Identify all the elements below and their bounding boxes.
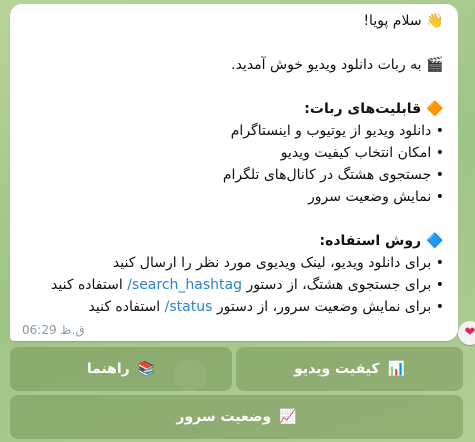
books-icon: 📚 [137, 361, 156, 377]
usage-item-download: • برای دانلود ویدیو، لینک ویدیوی مورد نظ… [112, 255, 444, 271]
usage-hashtag-prefix: • برای جستجوی هشتگ، از دستور [246, 277, 444, 293]
heart-reaction-icon[interactable]: ❤ [458, 321, 475, 345]
usage-title: روش استفاده: [319, 233, 422, 249]
usage-hashtag-suffix: استفاده کنید [51, 277, 123, 293]
search-hashtag-command-link[interactable]: /search_hashtag [127, 277, 242, 293]
server-status-button[interactable]: 📈 وضعیت سرور [10, 395, 463, 439]
waving-hand-icon: 👋 [426, 13, 444, 29]
bot-message-bubble: 👋 سلام پویا! 🎬 به ربات دانلود ویدیو خوش … [10, 4, 458, 341]
feature-item: • نمایش وضعیت سرور [308, 189, 444, 205]
video-quality-label: کیفیت ویدیو [294, 361, 380, 377]
feature-item: • دانلود ویدیو از یوتیوب و اینستاگرام [230, 123, 444, 139]
usage-status-suffix: استفاده کنید [88, 299, 161, 315]
server-status-label: وضعیت سرور [176, 409, 272, 425]
guide-label: راهنما [86, 361, 130, 377]
usage-item-status: • برای نمایش وضعیت سرور، از دستور /statu… [24, 296, 444, 318]
blue-diamond-icon: 🔷 [426, 233, 444, 249]
video-quality-button[interactable]: 📊 کیفیت ویدیو [236, 347, 463, 391]
features-title: قابلیت‌های ربات: [304, 101, 422, 117]
greeting-text: سلام پویا! [363, 13, 422, 29]
welcome-text: به ربات دانلود ویدیو خوش آمدید. [231, 57, 422, 73]
feature-item: • امکان انتخاب کیفیت ویدیو [280, 145, 444, 161]
usage-title-line: 🔷 روش استفاده: [24, 230, 444, 252]
features-title-line: 🔶 قابلیت‌های ربات: [24, 98, 444, 120]
clapperboard-icon: 🎬 [426, 57, 444, 73]
orange-diamond-icon: 🔶 [426, 101, 444, 117]
chart-increasing-icon: 📈 [279, 409, 297, 425]
message-timestamp: 06:29 ق.ظ [22, 323, 85, 337]
usage-item-hashtag: • برای جستجوی هشتگ، از دستور /search_has… [24, 274, 444, 296]
status-command-link[interactable]: /status [165, 299, 213, 315]
feature-item: • جستجوی هشتگ در کانال‌های تلگرام [222, 167, 444, 183]
greeting-line: 👋 سلام پویا! [24, 10, 444, 32]
welcome-line: 🎬 به ربات دانلود ویدیو خوش آمدید. [24, 54, 444, 76]
usage-status-prefix: • برای نمایش وضعیت سرور، از دستور [216, 299, 444, 315]
guide-button[interactable]: 📚 راهنما [10, 347, 232, 391]
bar-chart-icon: 📊 [387, 361, 405, 377]
